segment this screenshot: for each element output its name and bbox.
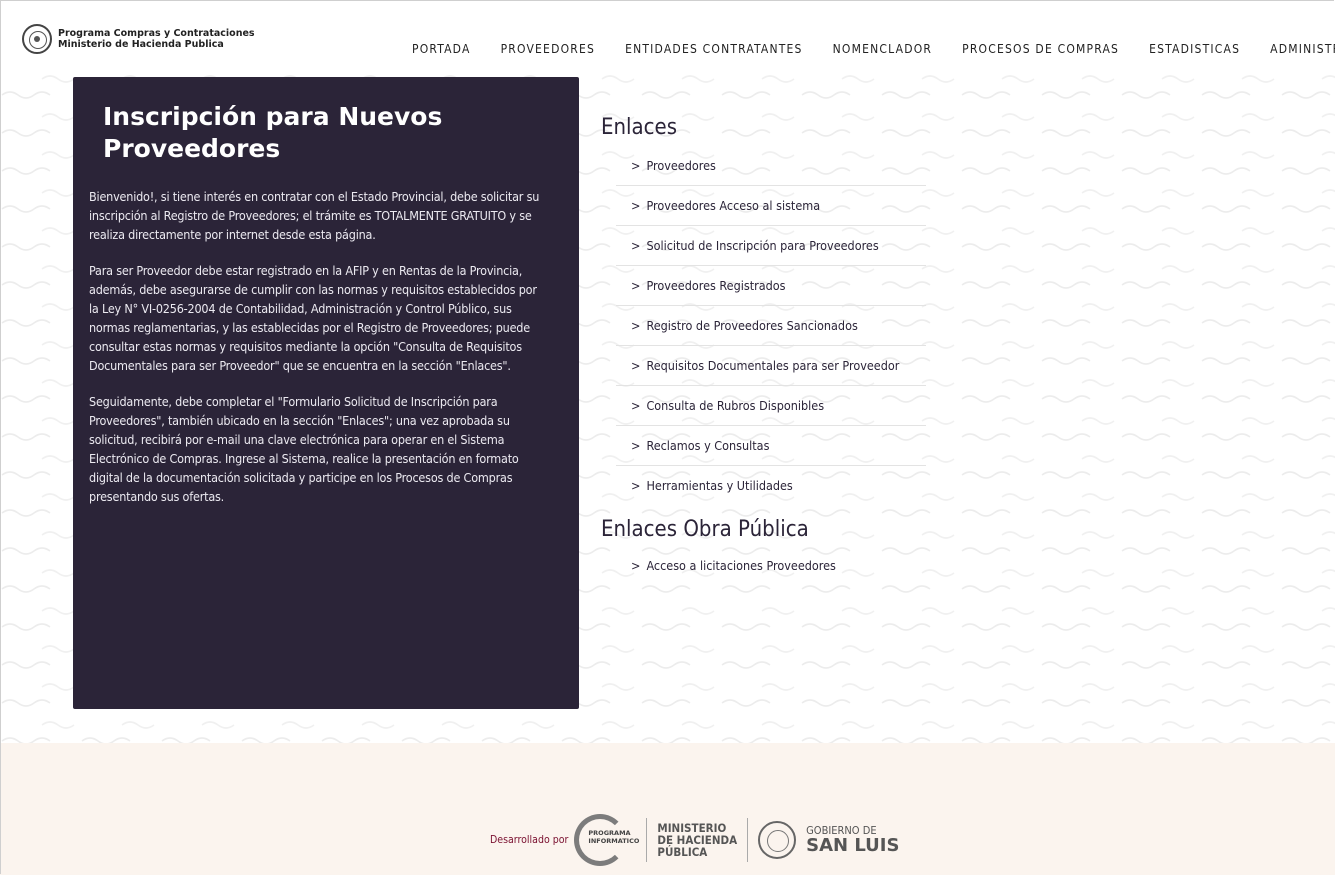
link-label: Solicitud de Inscripción para Proveedore… xyxy=(646,238,879,253)
link-proveedores[interactable]: > Proveedores xyxy=(616,146,926,186)
pi-line-1: PROGRAMA xyxy=(588,829,631,837)
link-label: Proveedores Acceso al sistema xyxy=(646,198,821,213)
main-nav: PORTADA PROVEEDORES ENTIDADES CONTRATANT… xyxy=(412,42,1335,56)
ministerio-line-3: PÚBLICA xyxy=(657,845,708,859)
developed-by-label: Desarrollado por xyxy=(490,834,569,846)
link-reclamos-consultas[interactable]: > Reclamos y Consultas xyxy=(616,426,926,466)
arrow-right-icon: > xyxy=(631,278,641,293)
ministerio-logo-text: MINISTERIO DE HACIENDA PÚBLICA xyxy=(657,822,737,858)
link-proveedores-acceso[interactable]: > Proveedores Acceso al sistema xyxy=(616,186,926,226)
links-obra-list: > Acceso a licitaciones Proveedores xyxy=(601,546,926,585)
footer-divider xyxy=(747,818,749,862)
province-seal-icon xyxy=(22,24,52,54)
link-consulta-rubros[interactable]: > Consulta de Rubros Disponibles xyxy=(616,386,926,426)
gobierno-logo-text: GOBIERNO DE SAN LUIS xyxy=(806,825,899,855)
nav-estadisticas[interactable]: ESTADISTICAS xyxy=(1149,42,1240,56)
link-proveedores-registrados[interactable]: > Proveedores Registrados xyxy=(616,266,926,306)
link-label: Proveedores xyxy=(646,158,716,173)
panel-paragraph-requirements: Para ser Proveedor debe estar registrado… xyxy=(89,263,537,373)
nav-proveedores[interactable]: PROVEEDORES xyxy=(501,42,596,56)
arrow-right-icon: > xyxy=(631,198,641,213)
arrow-right-icon: > xyxy=(631,318,641,333)
footer-credits: Desarrollado por PROGRAMA INFORMATICO MI… xyxy=(490,805,899,875)
link-herramientas[interactable]: > Herramientas y Utilidades xyxy=(616,466,926,505)
nav-entidades-contratantes[interactable]: ENTIDADES CONTRATANTES xyxy=(625,42,803,56)
links-heading: Enlaces xyxy=(601,115,678,140)
link-label: Requisitos Documentales para ser Proveed… xyxy=(646,358,900,373)
nav-portada[interactable]: PORTADA xyxy=(412,42,471,56)
pi-line-2: INFORMATICO xyxy=(588,837,640,845)
link-proveedores-sancionados[interactable]: > Registro de Proveedores Sancionados xyxy=(616,306,926,346)
registration-info-panel: Inscripción para Nuevos Proveedores Bien… xyxy=(73,77,579,709)
san-luis-seal-icon xyxy=(758,821,797,859)
nav-nomenclador[interactable]: NOMENCLADOR xyxy=(833,42,933,56)
footer-divider xyxy=(646,818,648,862)
link-label: Acceso a licitaciones Proveedores xyxy=(646,558,836,573)
nav-administracion[interactable]: ADMINISTRACION xyxy=(1270,42,1335,56)
links-sidebar: Enlaces > Proveedores > Proveedores Acceso… xyxy=(601,115,926,585)
gobierno-big-text: SAN LUIS xyxy=(806,835,900,856)
logo-text: Programa Compras y Contrataciones Minist… xyxy=(58,28,255,50)
panel-paragraph-next-steps: Seguidamente, debe completar el "Formula… xyxy=(89,394,519,504)
site-logo[interactable]: Programa Compras y Contrataciones Minist… xyxy=(22,24,255,54)
link-label: Herramientas y Utilidades xyxy=(646,478,793,493)
arrow-right-icon: > xyxy=(631,398,641,413)
arrow-right-icon: > xyxy=(631,358,641,373)
link-label: Consulta de Rubros Disponibles xyxy=(646,398,825,413)
site-header: Programa Compras y Contrataciones Minist… xyxy=(0,0,1335,73)
arrow-right-icon: > xyxy=(631,438,641,453)
link-label: Reclamos y Consultas xyxy=(646,438,770,453)
link-requisitos-documentales[interactable]: > Requisitos Documentales para ser Provee… xyxy=(616,346,926,386)
logo-line-2: Ministerio de Hacienda Publica xyxy=(58,39,224,50)
arrow-right-icon: > xyxy=(631,158,641,173)
nav-procesos-de-compras[interactable]: PROCESOS DE COMPRAS xyxy=(962,42,1119,56)
link-solicitud-inscripcion[interactable]: > Solicitud de Inscripción para Proveedor… xyxy=(616,226,926,266)
links-list: > Proveedores > Proveedores Acceso al sist… xyxy=(601,146,926,505)
panel-paragraph-welcome: Bienvenido!, si tiene interés en contrat… xyxy=(89,189,540,242)
link-acceso-licitaciones[interactable]: > Acceso a licitaciones Proveedores xyxy=(616,546,926,585)
arrow-right-icon: > xyxy=(631,238,641,253)
programa-informatico-logo: PROGRAMA INFORMATICO xyxy=(572,812,639,868)
link-label: Proveedores Registrados xyxy=(646,278,786,293)
logo-line-1: Programa Compras y Contrataciones xyxy=(58,28,255,39)
arrow-right-icon: > xyxy=(631,558,641,573)
link-label: Registro de Proveedores Sancionados xyxy=(646,318,858,333)
panel-title: Inscripción para Nuevos Proveedores xyxy=(103,102,443,163)
programa-informatico-text: PROGRAMA INFORMATICO xyxy=(588,829,639,845)
links-obra-heading: Enlaces Obra Pública xyxy=(601,517,809,542)
arrow-right-icon: > xyxy=(631,478,641,493)
